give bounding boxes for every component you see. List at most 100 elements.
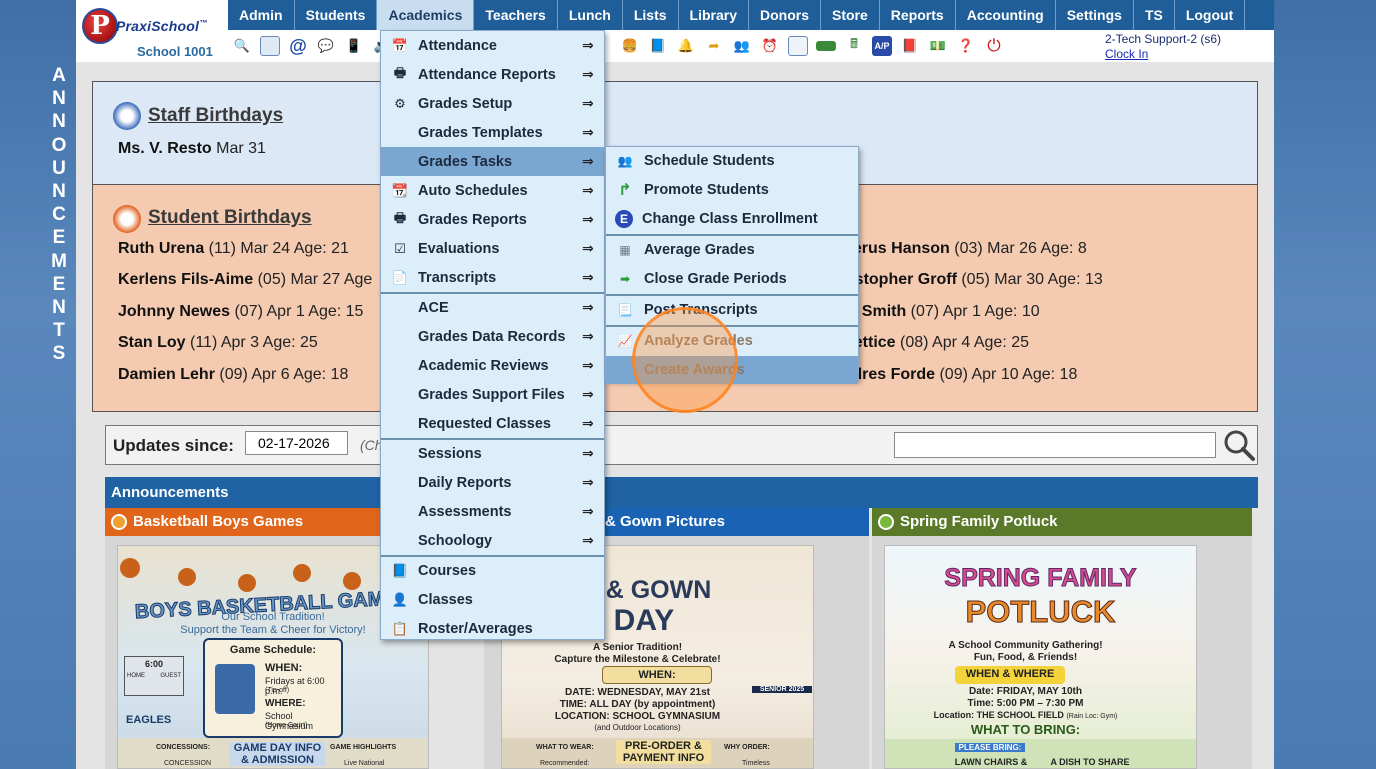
menu-item-transcripts[interactable]: 📄 Transcripts ⇒: [381, 263, 604, 292]
menu-item-academic-reviews[interactable]: Academic Reviews ⇒: [381, 351, 604, 380]
nav-students[interactable]: Students: [295, 0, 378, 30]
menu-item-grades-templates[interactable]: Grades Templates ⇒: [381, 118, 604, 147]
student-birthday-entry: Lettice (08) Apr 4 Age: 25: [844, 334, 1029, 351]
menu-item-evaluations[interactable]: ☑ Evaluations ⇒: [381, 234, 604, 263]
menu-item-schoology[interactable]: Schoology ⇒: [381, 526, 604, 555]
menu-item-label: Grades Support Files: [418, 386, 565, 403]
menu-item-grades-setup[interactable]: ⚙ Grades Setup ⇒: [381, 89, 604, 118]
announcement-title[interactable]: Basketball Boys Games: [105, 508, 405, 536]
submenu-item-change-class-enrollment[interactable]: E Change Class Enrollment: [606, 205, 858, 233]
ap-icon[interactable]: A/P: [872, 36, 892, 56]
staff-icon[interactable]: 👥: [732, 36, 752, 56]
nav-store[interactable]: Store: [821, 0, 880, 30]
announcement-card-basketball[interactable]: Basketball Boys Games BOYS BASKETBALL GA…: [105, 508, 429, 769]
chat-icon[interactable]: 💬: [316, 36, 336, 56]
poster-headline: POTLUCK: [965, 594, 1116, 630]
updates-date-input[interactable]: 02-17-2026: [245, 431, 348, 455]
phone-icon[interactable]: 📱: [344, 36, 364, 56]
side-letter: M: [51, 250, 67, 272]
menu-item-grades-reports[interactable]: 🖶 Grades Reports ⇒: [381, 205, 604, 234]
nav-academics[interactable]: Academics: [377, 0, 475, 30]
menu-item-attendance-reports[interactable]: 🖶 Attendance Reports ⇒: [381, 60, 604, 89]
submenu-item-schedule-students[interactable]: 👥 Schedule Students: [606, 147, 858, 175]
student-birthdays-title[interactable]: Student Birthdays: [148, 207, 312, 229]
search-icon[interactable]: 🔍: [232, 36, 252, 56]
pdf-icon[interactable]: 📕: [900, 36, 920, 56]
cash-icon[interactable]: 💵: [928, 36, 948, 56]
calculator-icon: ▦: [619, 243, 631, 257]
menu-item-label: Transcripts: [418, 269, 497, 286]
nav-lunch[interactable]: Lunch: [558, 0, 623, 30]
menu-item-grades-data-records[interactable]: Grades Data Records ⇒: [381, 322, 604, 351]
menu-item-label: Grades Tasks: [418, 153, 513, 170]
menu-item-grades-support-files[interactable]: Grades Support Files ⇒: [381, 380, 604, 409]
menu-item-daily-reports[interactable]: Daily Reports ⇒: [381, 468, 604, 497]
side-letter: S: [52, 343, 66, 365]
submenu-item-promote-students[interactable]: ↱ Promote Students: [606, 176, 858, 204]
chart-line-icon: 📈: [617, 334, 633, 348]
nav-reports[interactable]: Reports: [880, 0, 956, 30]
register-icon[interactable]: 🖩: [844, 36, 864, 56]
announcement-card-potluck[interactable]: Spring Family Potluck SPRING FAMILY POTL…: [872, 508, 1252, 769]
export-icon[interactable]: ➦: [704, 36, 724, 56]
nav-accounting[interactable]: Accounting: [956, 0, 1056, 30]
menu-item-auto-schedules[interactable]: 📆 Auto Schedules ⇒: [381, 176, 604, 205]
nav-library[interactable]: Library: [679, 0, 749, 30]
submenu-item-close-grade-periods[interactable]: ➡ Close Grade Periods: [606, 265, 858, 293]
menu-item-classes[interactable]: 👤 Classes: [381, 585, 604, 614]
nav-donors[interactable]: Donors: [749, 0, 821, 30]
submenu-item-label: Promote Students: [644, 182, 769, 198]
menu-item-assessments[interactable]: Assessments ⇒: [381, 497, 604, 526]
potluck-poster[interactable]: SPRING FAMILY POTLUCK A School Community…: [884, 545, 1197, 769]
logo[interactable]: P PraxiSchool™ School 1001: [76, 0, 228, 62]
submenu-arrow-icon: ⇒: [582, 415, 594, 431]
menu-item-label: Auto Schedules: [418, 182, 528, 199]
side-letter: E: [52, 227, 66, 249]
book-icon[interactable]: 📘: [648, 36, 668, 56]
menu-item-attendance[interactable]: 📅 Attendance ⇒: [381, 31, 604, 60]
menu-item-courses[interactable]: 📘 Courses: [381, 556, 604, 585]
menu-item-roster-averages[interactable]: 📋 Roster/Averages: [381, 614, 604, 643]
spreadsheet-icon[interactable]: [260, 36, 280, 56]
menu-item-label: Evaluations: [418, 240, 500, 257]
menu-item-sessions[interactable]: Sessions ⇒: [381, 439, 604, 468]
nav-ts[interactable]: TS: [1134, 0, 1175, 30]
announcement-title[interactable]: Spring Family Potluck: [872, 508, 1252, 536]
menu-item-label: Requested Classes: [418, 415, 551, 432]
clock-icon[interactable]: ⏰: [760, 36, 780, 56]
student-birthday-entry: Ruth Urena (11) Mar 24 Age: 21: [118, 240, 349, 257]
calendar-icon: 📅: [391, 37, 409, 53]
menu-item-label: Sessions: [418, 445, 482, 462]
bell-icon[interactable]: 🔔: [676, 36, 696, 56]
email-icon[interactable]: @: [288, 36, 308, 56]
nav-teachers[interactable]: Teachers: [474, 0, 558, 30]
clock-in-link[interactable]: Clock In: [1105, 47, 1221, 62]
when-where-banner: WHEN & WHERE: [955, 666, 1065, 684]
blank-icon: [390, 123, 410, 143]
menu-item-requested-classes[interactable]: Requested Classes ⇒: [381, 409, 604, 438]
submenu-arrow-icon: ⇒: [582, 211, 594, 227]
side-letter: O: [51, 134, 67, 156]
submenu-item-post-transcripts[interactable]: 📃 Post Transcripts: [606, 296, 858, 324]
staff-birthdays-title[interactable]: Staff Birthdays: [148, 105, 283, 127]
nav-lists[interactable]: Lists: [623, 0, 679, 30]
search-input[interactable]: [894, 432, 1216, 458]
money-card-icon[interactable]: [816, 41, 836, 51]
submenu-item-label: Change Class Enrollment: [642, 211, 818, 227]
submenu-arrow-icon: ⇒: [582, 124, 594, 140]
blank-icon: [390, 473, 410, 493]
stop-icon[interactable]: ⏻: [984, 36, 1004, 56]
nav-logout[interactable]: Logout: [1175, 0, 1246, 30]
menu-item-ace[interactable]: ACE ⇒: [381, 293, 604, 322]
lunch-icon[interactable]: 🍔: [620, 36, 640, 56]
submenu-item-average-grades[interactable]: ▦ Average Grades: [606, 236, 858, 264]
student-birthday-entry: Andres Forde (09) Apr 10 Age: 18: [831, 366, 1078, 383]
submenu-arrow-icon: ⇒: [582, 182, 594, 198]
close-period-icon: ➡: [619, 272, 631, 286]
menu-item-grades-tasks[interactable]: Grades Tasks ⇒: [381, 147, 604, 176]
help-icon[interactable]: ❓: [956, 36, 976, 56]
nav-settings[interactable]: Settings: [1056, 0, 1134, 30]
search-button-icon[interactable]: [1222, 428, 1256, 462]
nav-admin[interactable]: Admin: [228, 0, 295, 30]
calendar-grid-icon[interactable]: [788, 36, 808, 56]
